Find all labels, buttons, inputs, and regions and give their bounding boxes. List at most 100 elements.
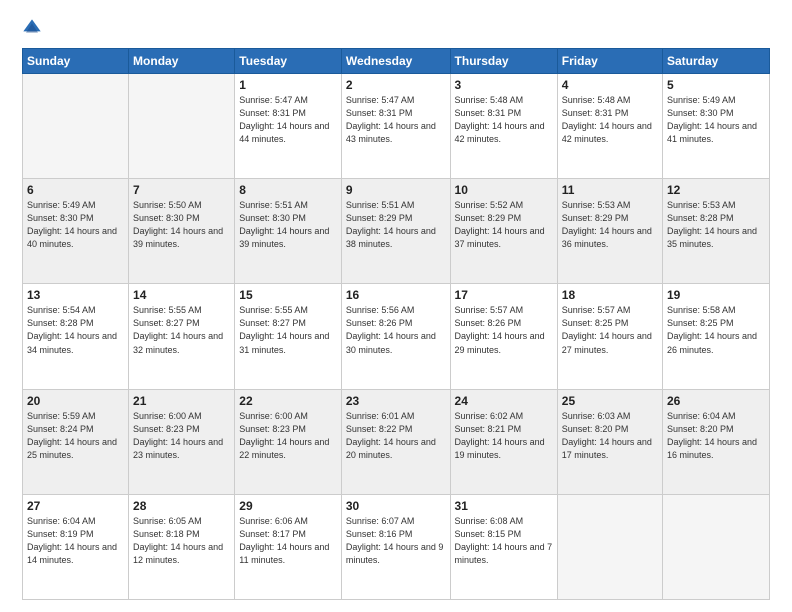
day-number: 2 [346, 78, 446, 92]
calendar-cell: 15 Sunrise: 5:55 AM Sunset: 8:27 PM Dayli… [235, 284, 342, 389]
calendar-cell: 9 Sunrise: 5:51 AM Sunset: 8:29 PM Daylig… [341, 179, 450, 284]
calendar-cell: 10 Sunrise: 5:52 AM Sunset: 8:29 PM Dayli… [450, 179, 557, 284]
day-number: 24 [455, 394, 553, 408]
day-info: Sunrise: 5:51 AM Sunset: 8:30 PM Dayligh… [239, 199, 337, 251]
day-info: Sunrise: 5:53 AM Sunset: 8:28 PM Dayligh… [667, 199, 765, 251]
calendar-cell: 6 Sunrise: 5:49 AM Sunset: 8:30 PM Daylig… [23, 179, 129, 284]
day-info: Sunrise: 5:53 AM Sunset: 8:29 PM Dayligh… [562, 199, 658, 251]
calendar-week-4: 20 Sunrise: 5:59 AM Sunset: 8:24 PM Dayli… [23, 389, 770, 494]
calendar-cell: 17Sunrise: 5:57 AM Sunset: 8:26 PM Dayli… [450, 284, 557, 389]
day-info: Sunrise: 5:48 AM Sunset: 8:31 PM Dayligh… [562, 94, 658, 146]
day-info: Sunrise: 5:57 AM Sunset: 8:26 PM Dayligh… [455, 304, 553, 356]
day-number: 26 [667, 394, 765, 408]
weekday-friday: Friday [557, 49, 662, 74]
calendar-cell [663, 494, 770, 599]
header [22, 18, 770, 38]
day-info: Sunrise: 6:01 AM Sunset: 8:22 PM Dayligh… [346, 410, 446, 462]
weekday-tuesday: Tuesday [235, 49, 342, 74]
logo-icon [22, 18, 42, 38]
day-info: Sunrise: 5:57 AM Sunset: 8:25 PM Dayligh… [562, 304, 658, 356]
calendar-cell: 2Sunrise: 5:47 AM Sunset: 8:31 PM Daylig… [341, 74, 450, 179]
day-info: Sunrise: 5:49 AM Sunset: 8:30 PM Dayligh… [667, 94, 765, 146]
calendar-cell: 21 Sunrise: 6:00 AM Sunset: 8:23 PM Dayli… [129, 389, 235, 494]
day-number: 8 [239, 183, 337, 197]
calendar-cell: 16Sunrise: 5:56 AM Sunset: 8:26 PM Dayli… [341, 284, 450, 389]
day-info: Sunrise: 6:00 AM Sunset: 8:23 PM Dayligh… [239, 410, 337, 462]
calendar-cell: 26 Sunrise: 6:04 AM Sunset: 8:20 PM Dayli… [663, 389, 770, 494]
calendar-week-3: 13 Sunrise: 5:54 AM Sunset: 8:28 PM Dayli… [23, 284, 770, 389]
day-info: Sunrise: 6:04 AM Sunset: 8:20 PM Dayligh… [667, 410, 765, 462]
day-number: 30 [346, 499, 446, 513]
day-number: 27 [27, 499, 124, 513]
day-number: 1 [239, 78, 337, 92]
day-number: 25 [562, 394, 658, 408]
calendar-cell: 13 Sunrise: 5:54 AM Sunset: 8:28 PM Dayli… [23, 284, 129, 389]
day-number: 23 [346, 394, 446, 408]
calendar-cell: 11 Sunrise: 5:53 AM Sunset: 8:29 PM Dayli… [557, 179, 662, 284]
calendar-cell: 8 Sunrise: 5:51 AM Sunset: 8:30 PM Daylig… [235, 179, 342, 284]
calendar-cell: 24 Sunrise: 6:02 AM Sunset: 8:21 PM Dayli… [450, 389, 557, 494]
calendar-cell [557, 494, 662, 599]
day-number: 3 [455, 78, 553, 92]
day-info: Sunrise: 5:59 AM Sunset: 8:24 PM Dayligh… [27, 410, 124, 462]
calendar-cell: 20 Sunrise: 5:59 AM Sunset: 8:24 PM Dayli… [23, 389, 129, 494]
calendar-cell: 25Sunrise: 6:03 AM Sunset: 8:20 PM Dayli… [557, 389, 662, 494]
day-info: Sunrise: 5:55 AM Sunset: 8:27 PM Dayligh… [133, 304, 230, 356]
calendar-week-5: 27 Sunrise: 6:04 AM Sunset: 8:19 PM Dayli… [23, 494, 770, 599]
day-number: 29 [239, 499, 337, 513]
calendar-week-2: 6 Sunrise: 5:49 AM Sunset: 8:30 PM Daylig… [23, 179, 770, 284]
logo [22, 18, 46, 38]
day-number: 13 [27, 288, 124, 302]
day-info: Sunrise: 6:08 AM Sunset: 8:15 PM Dayligh… [455, 515, 553, 567]
calendar-cell: 28 Sunrise: 6:05 AM Sunset: 8:18 PM Dayli… [129, 494, 235, 599]
calendar-cell: 12 Sunrise: 5:53 AM Sunset: 8:28 PM Dayli… [663, 179, 770, 284]
weekday-header-row: SundayMondayTuesdayWednesdayThursdayFrid… [23, 49, 770, 74]
day-info: Sunrise: 6:05 AM Sunset: 8:18 PM Dayligh… [133, 515, 230, 567]
calendar-cell: 14 Sunrise: 5:55 AM Sunset: 8:27 PM Dayli… [129, 284, 235, 389]
day-number: 12 [667, 183, 765, 197]
day-info: Sunrise: 6:04 AM Sunset: 8:19 PM Dayligh… [27, 515, 124, 567]
day-number: 19 [667, 288, 765, 302]
calendar-cell: 3 Sunrise: 5:48 AM Sunset: 8:31 PM Daylig… [450, 74, 557, 179]
day-number: 16 [346, 288, 446, 302]
calendar-cell: 1 Sunrise: 5:47 AM Sunset: 8:31 PM Daylig… [235, 74, 342, 179]
weekday-thursday: Thursday [450, 49, 557, 74]
day-number: 11 [562, 183, 658, 197]
day-info: Sunrise: 5:51 AM Sunset: 8:29 PM Dayligh… [346, 199, 446, 251]
calendar-cell [23, 74, 129, 179]
day-info: Sunrise: 6:02 AM Sunset: 8:21 PM Dayligh… [455, 410, 553, 462]
day-info: Sunrise: 5:47 AM Sunset: 8:31 PM Dayligh… [239, 94, 337, 146]
calendar-cell: 22Sunrise: 6:00 AM Sunset: 8:23 PM Dayli… [235, 389, 342, 494]
day-number: 15 [239, 288, 337, 302]
calendar-cell: 29Sunrise: 6:06 AM Sunset: 8:17 PM Dayli… [235, 494, 342, 599]
calendar-cell: 5 Sunrise: 5:49 AM Sunset: 8:30 PM Daylig… [663, 74, 770, 179]
day-info: Sunrise: 5:52 AM Sunset: 8:29 PM Dayligh… [455, 199, 553, 251]
calendar-cell: 23 Sunrise: 6:01 AM Sunset: 8:22 PM Dayli… [341, 389, 450, 494]
day-info: Sunrise: 5:55 AM Sunset: 8:27 PM Dayligh… [239, 304, 337, 356]
day-info: Sunrise: 5:54 AM Sunset: 8:28 PM Dayligh… [27, 304, 124, 356]
day-number: 9 [346, 183, 446, 197]
calendar-cell: 27 Sunrise: 6:04 AM Sunset: 8:19 PM Dayli… [23, 494, 129, 599]
day-number: 5 [667, 78, 765, 92]
day-number: 28 [133, 499, 230, 513]
day-number: 21 [133, 394, 230, 408]
calendar-week-1: 1 Sunrise: 5:47 AM Sunset: 8:31 PM Daylig… [23, 74, 770, 179]
day-info: Sunrise: 5:48 AM Sunset: 8:31 PM Dayligh… [455, 94, 553, 146]
day-info: Sunrise: 6:07 AM Sunset: 8:16 PM Dayligh… [346, 515, 446, 567]
calendar-cell: 7 Sunrise: 5:50 AM Sunset: 8:30 PM Daylig… [129, 179, 235, 284]
day-number: 14 [133, 288, 230, 302]
day-number: 31 [455, 499, 553, 513]
day-number: 10 [455, 183, 553, 197]
calendar-cell [129, 74, 235, 179]
weekday-wednesday: Wednesday [341, 49, 450, 74]
day-info: Sunrise: 6:00 AM Sunset: 8:23 PM Dayligh… [133, 410, 230, 462]
day-info: Sunrise: 5:49 AM Sunset: 8:30 PM Dayligh… [27, 199, 124, 251]
day-number: 6 [27, 183, 124, 197]
day-info: Sunrise: 5:50 AM Sunset: 8:30 PM Dayligh… [133, 199, 230, 251]
day-number: 7 [133, 183, 230, 197]
day-number: 20 [27, 394, 124, 408]
day-number: 4 [562, 78, 658, 92]
calendar-cell: 31 Sunrise: 6:08 AM Sunset: 8:15 PM Dayli… [450, 494, 557, 599]
calendar-cell: 18Sunrise: 5:57 AM Sunset: 8:25 PM Dayli… [557, 284, 662, 389]
weekday-saturday: Saturday [663, 49, 770, 74]
